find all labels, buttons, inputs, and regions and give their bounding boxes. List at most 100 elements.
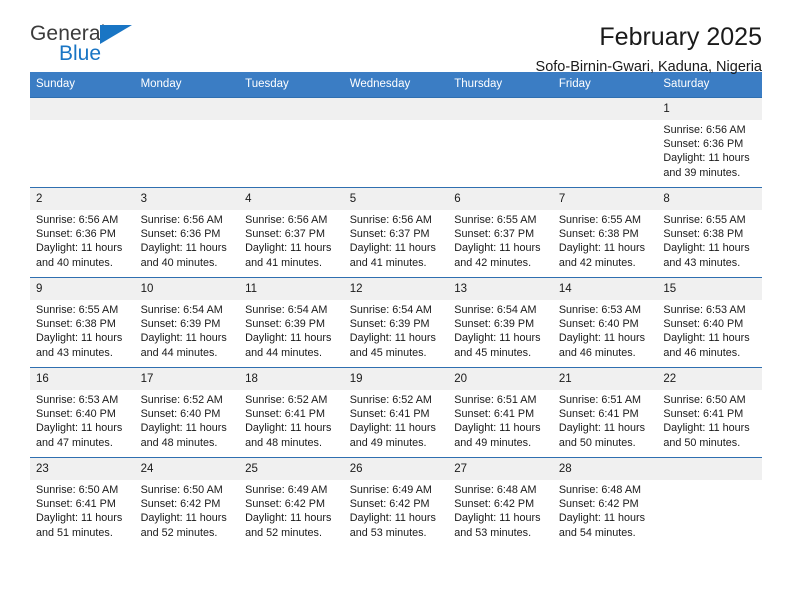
day-details: Sunrise: 6:54 AM Sunset: 6:39 PM Daylight:… (239, 300, 344, 360)
weekday-header-wednesday: Wednesday (343, 72, 449, 98)
calendar-day-cell[interactable]: 3 Sunrise: 6:56 AM Sunset: 6:36 PM Daylight… (134, 187, 240, 278)
calendar-day-cell[interactable]: 28 Sunrise: 6:48 AM Sunset: 6:42 PM Dayligh… (552, 457, 658, 548)
sunset-text: Sunset: 6:37 PM (349, 228, 430, 241)
day-details: Sunrise: 6:51 AM Sunset: 6:41 PM Daylight:… (448, 390, 553, 450)
calendar-day-cell[interactable]: 27 Sunrise: 6:48 AM Sunset: 6:42 PM Dayligh… (448, 457, 553, 548)
sunset-text: Sunset: 6:40 PM (558, 318, 639, 331)
daylight-text: Daylight: 11 hours and 51 minutes. (36, 512, 123, 539)
calendar-day-cell[interactable]: 5 Sunrise: 6:56 AM Sunset: 6:37 PM Daylight… (343, 187, 449, 278)
calendar-day-cell[interactable]: 13 Sunrise: 6:54 AM Sunset: 6:39 PM Dayligh… (448, 277, 553, 368)
calendar-body: 1 Sunrise: 6:56 AM Sunset: 6:36 PM Daylight… (30, 97, 762, 548)
sunset-text: Sunset: 6:41 PM (349, 408, 430, 421)
day-number (343, 98, 449, 120)
calendar-day-cell[interactable]: 12 Sunrise: 6:54 AM Sunset: 6:39 PM Dayligh… (343, 277, 449, 368)
day-number: 15 (657, 278, 762, 300)
day-number: 22 (657, 368, 762, 390)
day-details: Sunrise: 6:53 AM Sunset: 6:40 PM Daylight:… (657, 300, 762, 360)
day-details: Sunrise: 6:54 AM Sunset: 6:39 PM Daylight:… (344, 300, 449, 360)
calendar-day-cell[interactable]: 11 Sunrise: 6:54 AM Sunset: 6:39 PM Dayligh… (239, 277, 344, 368)
calendar-day-cell[interactable]: 25 Sunrise: 6:49 AM Sunset: 6:42 PM Dayligh… (239, 457, 344, 548)
day-number: 19 (343, 368, 449, 390)
sunrise-text: Sunrise: 6:48 AM (454, 484, 537, 496)
day-number (657, 458, 762, 480)
day-number: 8 (657, 188, 762, 210)
day-number: 3 (134, 188, 240, 210)
calendar-day-cell[interactable]: 22 Sunrise: 6:50 AM Sunset: 6:41 PM Dayligh… (657, 367, 762, 458)
day-number: 28 (552, 458, 658, 480)
general-blue-logo[interactable]: General Blue (30, 22, 160, 70)
calendar-day-cell[interactable]: 9 Sunrise: 6:55 AM Sunset: 6:38 PM Daylight… (30, 277, 135, 368)
day-details: Sunrise: 6:56 AM Sunset: 6:37 PM Daylight:… (344, 210, 449, 270)
day-details: Sunrise: 6:55 AM Sunset: 6:37 PM Daylight:… (448, 210, 553, 270)
daylight-text: Daylight: 11 hours and 47 minutes. (36, 422, 123, 449)
calendar-day-cell[interactable]: 23 Sunrise: 6:50 AM Sunset: 6:41 PM Dayligh… (30, 457, 135, 548)
calendar-day-cell[interactable]: 1 Sunrise: 6:56 AM Sunset: 6:36 PM Daylight… (657, 97, 762, 188)
page-title: February 2025 (599, 23, 762, 51)
calendar-day-cell[interactable]: 17 Sunrise: 6:52 AM Sunset: 6:40 PM Dayligh… (134, 367, 240, 458)
day-details: Sunrise: 6:56 AM Sunset: 6:36 PM Daylight:… (135, 210, 240, 270)
sunset-text: Sunset: 6:37 PM (454, 228, 535, 241)
day-details: Sunrise: 6:52 AM Sunset: 6:41 PM Daylight:… (239, 390, 344, 450)
logo-text-blue: Blue (59, 42, 102, 65)
sunset-text: Sunset: 6:39 PM (245, 318, 325, 331)
calendar-day-cell[interactable]: 20 Sunrise: 6:51 AM Sunset: 6:41 PM Dayligh… (448, 367, 553, 458)
day-number: 24 (134, 458, 240, 480)
daylight-text: Daylight: 11 hours and 42 minutes. (454, 242, 541, 269)
day-number: 21 (552, 368, 658, 390)
daylight-text: Daylight: 11 hours and 42 minutes. (558, 242, 646, 269)
calendar-day-cell[interactable]: 7 Sunrise: 6:55 AM Sunset: 6:38 PM Daylight… (552, 187, 658, 278)
day-details: Sunrise: 6:55 AM Sunset: 6:38 PM Daylight:… (657, 210, 762, 270)
calendar-day-cell[interactable]: 2 Sunrise: 6:56 AM Sunset: 6:36 PM Daylight… (30, 187, 135, 278)
sunset-text: Sunset: 6:37 PM (245, 228, 325, 241)
calendar-cell-empty (343, 97, 449, 188)
sunset-text: Sunset: 6:40 PM (36, 408, 116, 421)
calendar-day-cell[interactable]: 14 Sunrise: 6:53 AM Sunset: 6:40 PM Dayligh… (552, 277, 658, 368)
title-block: February 2025 Sofo-Birnin-Gwari, Kaduna,… (536, 22, 762, 78)
calendar-day-cell[interactable]: 18 Sunrise: 6:52 AM Sunset: 6:41 PM Dayligh… (239, 367, 344, 458)
calendar-day-cell[interactable]: 15 Sunrise: 6:53 AM Sunset: 6:40 PM Dayligh… (657, 277, 762, 368)
daylight-text: Daylight: 11 hours and 49 minutes. (454, 422, 541, 449)
day-number: 13 (448, 278, 553, 300)
sunrise-text: Sunrise: 6:55 AM (663, 214, 746, 226)
sunset-text: Sunset: 6:41 PM (558, 408, 639, 421)
calendar-day-cell[interactable]: 26 Sunrise: 6:49 AM Sunset: 6:42 PM Dayligh… (343, 457, 449, 548)
sunset-text: Sunset: 6:42 PM (349, 498, 430, 511)
day-number: 17 (134, 368, 240, 390)
calendar-day-cell[interactable]: 6 Sunrise: 6:55 AM Sunset: 6:37 PM Daylight… (448, 187, 553, 278)
calendar-week-row: 9 Sunrise: 6:55 AM Sunset: 6:38 PM Daylight… (30, 277, 762, 368)
sunrise-text: Sunrise: 6:56 AM (349, 214, 432, 226)
sunset-text: Sunset: 6:36 PM (663, 138, 744, 151)
sunrise-text: Sunrise: 6:49 AM (349, 484, 432, 496)
sunset-text: Sunset: 6:41 PM (663, 408, 744, 421)
calendar-day-cell[interactable]: 24 Sunrise: 6:50 AM Sunset: 6:42 PM Dayligh… (134, 457, 240, 548)
calendar-table: Sunday Monday Tuesday Wednesday Thursday… (30, 72, 762, 548)
calendar-week-row: 1 Sunrise: 6:56 AM Sunset: 6:36 PM Daylight… (30, 97, 762, 188)
day-details: Sunrise: 6:54 AM Sunset: 6:39 PM Daylight:… (448, 300, 553, 360)
calendar-day-cell[interactable]: 16 Sunrise: 6:53 AM Sunset: 6:40 PM Dayligh… (30, 367, 135, 458)
calendar-day-cell[interactable]: 8 Sunrise: 6:55 AM Sunset: 6:38 PM Daylight… (657, 187, 762, 278)
sunset-text: Sunset: 6:42 PM (245, 498, 325, 511)
day-number: 5 (343, 188, 449, 210)
sunrise-text: Sunrise: 6:56 AM (36, 214, 119, 226)
page-header: General Blue February 2025 Sofo-Birnin-G… (30, 0, 762, 75)
calendar-day-cell[interactable]: 4 Sunrise: 6:56 AM Sunset: 6:37 PM Daylight… (239, 187, 344, 278)
sunrise-text: Sunrise: 6:56 AM (663, 124, 746, 136)
daylight-text: Daylight: 11 hours and 53 minutes. (454, 512, 541, 539)
sunset-text: Sunset: 6:36 PM (36, 228, 116, 241)
daylight-text: Daylight: 11 hours and 40 minutes. (36, 242, 123, 269)
sunrise-text: Sunrise: 6:54 AM (245, 304, 328, 316)
sunset-text: Sunset: 6:38 PM (558, 228, 639, 241)
daylight-text: Daylight: 11 hours and 41 minutes. (349, 242, 436, 269)
calendar-day-cell[interactable]: 10 Sunrise: 6:54 AM Sunset: 6:39 PM Dayligh… (134, 277, 240, 368)
calendar-day-cell[interactable]: 19 Sunrise: 6:52 AM Sunset: 6:41 PM Dayligh… (343, 367, 449, 458)
sunset-text: Sunset: 6:42 PM (454, 498, 535, 511)
calendar-cell-empty (239, 97, 344, 188)
calendar-page: General Blue February 2025 Sofo-Birnin-G… (0, 0, 792, 612)
sunset-text: Sunset: 6:38 PM (663, 228, 744, 241)
day-details: Sunrise: 6:50 AM Sunset: 6:41 PM Daylight:… (657, 390, 762, 450)
sunrise-text: Sunrise: 6:54 AM (140, 304, 223, 316)
day-number: 10 (134, 278, 240, 300)
sunrise-text: Sunrise: 6:49 AM (245, 484, 328, 496)
calendar-day-cell[interactable]: 21 Sunrise: 6:51 AM Sunset: 6:41 PM Dayligh… (552, 367, 658, 458)
sunrise-text: Sunrise: 6:52 AM (245, 394, 328, 406)
